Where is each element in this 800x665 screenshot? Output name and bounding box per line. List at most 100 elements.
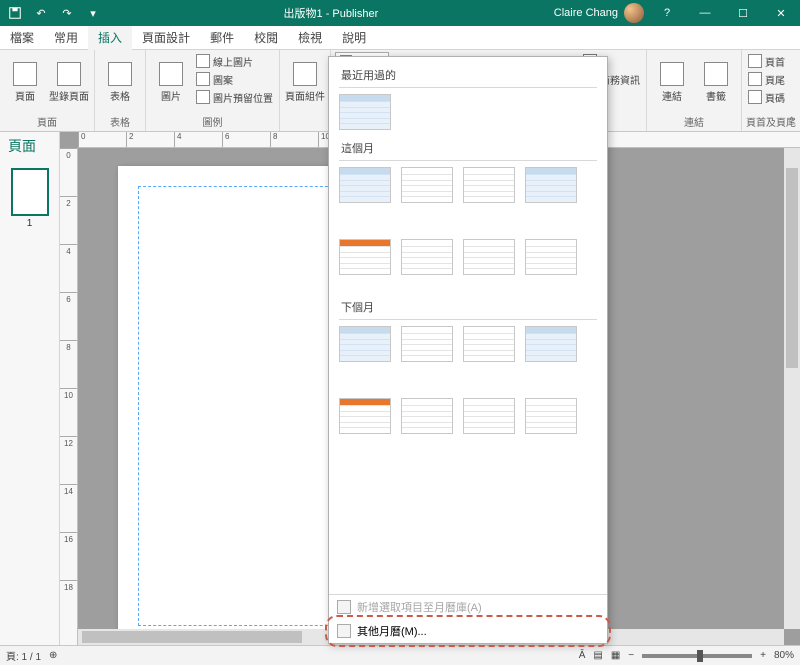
table-button[interactable]: 表格 bbox=[99, 52, 141, 112]
group-label: 圖例 bbox=[150, 112, 275, 129]
add-to-gallery-item: 新增選取項目至月曆庫(A) bbox=[329, 595, 607, 619]
calendar-template[interactable] bbox=[339, 326, 391, 362]
zoom-slider-thumb[interactable] bbox=[697, 650, 703, 662]
calendar-template[interactable] bbox=[525, 326, 577, 362]
calendar-template[interactable] bbox=[339, 398, 391, 434]
shapes-button[interactable]: 圖案 bbox=[194, 70, 275, 88]
page-number-icon bbox=[748, 90, 762, 104]
online-pictures-button[interactable]: 線上圖片 bbox=[194, 52, 275, 70]
picture-placeholder-icon bbox=[196, 90, 210, 104]
group-label bbox=[284, 116, 326, 129]
ime-indicator: Ǎ bbox=[579, 650, 586, 661]
zoom-in-button[interactable]: + bbox=[760, 650, 766, 661]
calendar-template[interactable] bbox=[401, 398, 453, 434]
calendar-template[interactable] bbox=[525, 167, 577, 203]
zoom-slider[interactable] bbox=[642, 654, 752, 658]
catalog-pages-button[interactable]: 型錄頁面 bbox=[48, 52, 90, 112]
shapes-icon bbox=[196, 72, 210, 86]
undo-button[interactable]: ↶ bbox=[30, 2, 52, 24]
link-button[interactable]: 連結 bbox=[651, 52, 693, 112]
group-label: 表格 bbox=[99, 112, 141, 129]
group-tables: 表格 表格 bbox=[95, 50, 146, 131]
single-page-view-button[interactable]: ▤ bbox=[593, 650, 602, 661]
pictures-button[interactable]: 圖片 bbox=[150, 52, 192, 112]
more-calendars-icon bbox=[337, 624, 351, 638]
pages-pane-title: 頁面 bbox=[0, 132, 36, 164]
publication-page[interactable] bbox=[118, 166, 358, 629]
gallery-footer: 新增選取項目至月曆庫(A) 其他月曆(M)... bbox=[329, 594, 607, 643]
user-name: Claire Chang bbox=[554, 7, 618, 19]
footer-icon bbox=[748, 72, 762, 86]
help-button[interactable]: ? bbox=[648, 0, 686, 26]
group-links: 連結 書籤 連結 bbox=[647, 50, 742, 131]
pages-pane: 頁面 1 bbox=[0, 132, 60, 645]
calendar-gallery-dropdown: 最近用過的 這個月 下個月 bbox=[328, 56, 608, 644]
status-page-indicator[interactable]: 頁: 1 / 1 bbox=[6, 648, 41, 663]
tab-help[interactable]: 說明 bbox=[332, 26, 376, 50]
pictures-icon bbox=[159, 62, 183, 86]
calendar-template[interactable] bbox=[401, 239, 453, 275]
ribbon-tabs: 檔案 常用 插入 頁面設計 郵件 校閱 檢視 說明 bbox=[0, 26, 800, 50]
calendar-template[interactable] bbox=[339, 239, 391, 275]
tab-home[interactable]: 常用 bbox=[44, 26, 88, 50]
tab-mailings[interactable]: 郵件 bbox=[200, 26, 244, 50]
avatar-icon bbox=[624, 3, 644, 23]
page-number-button[interactable]: 頁碼 bbox=[746, 88, 787, 106]
calendar-template[interactable] bbox=[401, 167, 453, 203]
qat-more-button[interactable]: ▾ bbox=[82, 2, 104, 24]
vertical-ruler[interactable]: 024681012141618 bbox=[60, 148, 78, 645]
calendar-template[interactable] bbox=[463, 239, 515, 275]
user-area[interactable]: Claire Chang bbox=[554, 3, 648, 23]
page-button[interactable]: 頁面 bbox=[4, 52, 46, 112]
calendar-template[interactable] bbox=[525, 398, 577, 434]
group-label: 頁面 bbox=[4, 112, 90, 129]
footer-button[interactable]: 頁尾 bbox=[746, 70, 787, 88]
scrollbar-thumb[interactable] bbox=[82, 631, 302, 643]
scrollbar-thumb[interactable] bbox=[786, 168, 798, 368]
minimize-button[interactable]: — bbox=[686, 0, 724, 26]
page-parts-button[interactable]: 頁面組件 bbox=[284, 52, 326, 112]
page-icon bbox=[13, 62, 37, 86]
calendar-template[interactable] bbox=[463, 167, 515, 203]
header-icon bbox=[748, 54, 762, 68]
group-illustrations: 圖片 線上圖片 圖案 圖片預留位置 圖例 bbox=[146, 50, 280, 131]
calendar-template[interactable] bbox=[401, 326, 453, 362]
bookmark-button[interactable]: 書籤 bbox=[695, 52, 737, 112]
calendar-template[interactable] bbox=[463, 326, 515, 362]
page-parts-icon bbox=[293, 62, 317, 86]
group-building-blocks: 頁面組件 bbox=[280, 50, 331, 131]
save-button[interactable] bbox=[4, 2, 26, 24]
tab-view[interactable]: 檢視 bbox=[288, 26, 332, 50]
tab-review[interactable]: 校閱 bbox=[244, 26, 288, 50]
maximize-button[interactable]: ☐ bbox=[724, 0, 762, 26]
two-page-view-button[interactable]: ▦ bbox=[611, 650, 620, 661]
header-button[interactable]: 頁首 bbox=[746, 52, 787, 70]
group-pages: 頁面 型錄頁面 頁面 bbox=[0, 50, 95, 131]
quick-access-toolbar: ↶ ↷ ▾ bbox=[0, 2, 108, 24]
page-thumbnail[interactable] bbox=[11, 168, 49, 216]
calendar-template[interactable] bbox=[339, 94, 391, 130]
section-next-month: 下個月 bbox=[341, 299, 597, 315]
bookmark-icon bbox=[704, 62, 728, 86]
close-button[interactable]: ✕ bbox=[762, 0, 800, 26]
zoom-out-button[interactable]: − bbox=[628, 650, 634, 661]
section-recently-used: 最近用過的 bbox=[341, 67, 597, 83]
calendar-template[interactable] bbox=[463, 398, 515, 434]
calendar-template[interactable] bbox=[339, 167, 391, 203]
more-calendars-item[interactable]: 其他月曆(M)... bbox=[329, 619, 607, 643]
link-icon bbox=[660, 62, 684, 86]
calendar-template[interactable] bbox=[525, 239, 577, 275]
tab-file[interactable]: 檔案 bbox=[0, 26, 44, 50]
collapse-ribbon-button[interactable]: ^ bbox=[789, 116, 794, 127]
gallery-scroll-area[interactable]: 最近用過的 這個月 下個月 bbox=[329, 57, 607, 594]
margin-guide bbox=[138, 186, 338, 626]
picture-placeholder-button[interactable]: 圖片預留位置 bbox=[194, 88, 275, 106]
title-bar: ↶ ↷ ▾ 出版物1 - Publisher Claire Chang ? — … bbox=[0, 0, 800, 26]
table-icon bbox=[108, 62, 132, 86]
vertical-scrollbar[interactable] bbox=[784, 148, 800, 629]
page-thumbnail-number: 1 bbox=[27, 218, 33, 229]
tab-insert[interactable]: 插入 bbox=[88, 26, 132, 50]
tab-page-design[interactable]: 頁面設計 bbox=[132, 26, 200, 50]
redo-button[interactable]: ↷ bbox=[56, 2, 78, 24]
zoom-level[interactable]: 80% bbox=[774, 650, 794, 661]
